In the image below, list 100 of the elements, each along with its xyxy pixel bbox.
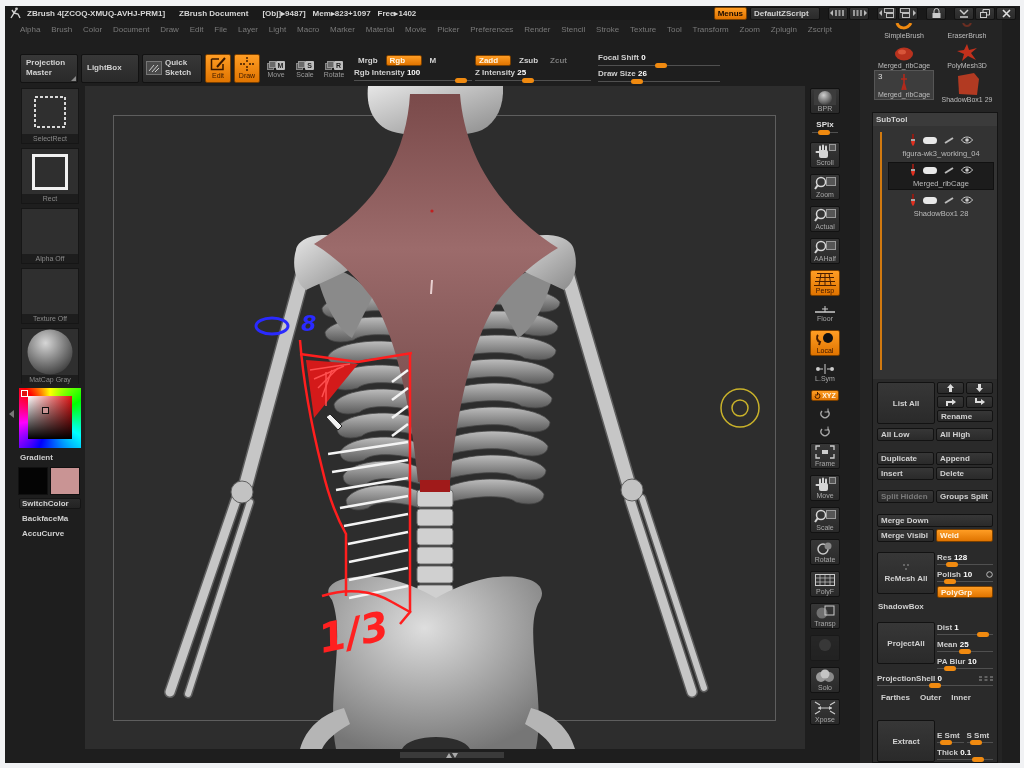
shelf-button[interactable]: AccuCurve [19, 528, 81, 539]
circle-icon [986, 570, 993, 578]
palette-right-button[interactable] [849, 6, 869, 20]
slider-track[interactable] [937, 649, 993, 654]
menu-item[interactable]: File [214, 24, 228, 34]
menu-item[interactable]: Zplugin [770, 24, 798, 34]
panel-button[interactable]: List All [877, 382, 935, 424]
slider-thumb[interactable] [945, 562, 958, 567]
mode-button[interactable]: Inner [947, 691, 975, 703]
menu-item[interactable]: Transform [692, 24, 729, 34]
minimize-button[interactable] [954, 6, 974, 20]
menu-item[interactable]: Color [83, 24, 103, 34]
slider-thumb[interactable] [929, 683, 941, 688]
shelf-button[interactable]: LightBox [81, 53, 139, 83]
palette-left-button[interactable] [828, 6, 848, 20]
slider-thumb[interactable] [818, 130, 831, 135]
shelf-button[interactable]: SwitchColor [19, 498, 81, 509]
panel-button[interactable]: Insert [877, 467, 934, 480]
menu-item[interactable]: Picker [437, 24, 460, 34]
panel-button[interactable]: ReMesh All [877, 552, 935, 594]
menu-item[interactable]: Layer [238, 24, 259, 34]
menu-item[interactable]: Stencil [561, 24, 586, 34]
panel-button[interactable]: All Low [877, 428, 934, 441]
panel-button[interactable]: Duplicate [877, 452, 934, 465]
menu-item[interactable]: Preferences [470, 24, 514, 34]
palette-header[interactable]: SubTool [873, 113, 997, 126]
paintbrush-icon [909, 164, 916, 176]
layers-icon [266, 58, 276, 70]
color-swatch[interactable] [50, 467, 80, 495]
gradient-label[interactable]: Gradient [20, 453, 53, 463]
layout-button[interactable] [877, 6, 897, 20]
panel-button[interactable]: Groups Split [936, 490, 993, 503]
menu-item[interactable]: Stroke [596, 24, 620, 34]
panel-button[interactable]: Append [936, 452, 993, 465]
panel-button[interactable]: Merge Visibl [877, 529, 934, 542]
menu-item[interactable]: Macro [297, 24, 320, 34]
slider-thumb[interactable] [959, 649, 971, 654]
panel-button[interactable]: Delete [936, 467, 993, 480]
menu-item[interactable]: Marker [330, 24, 355, 34]
panel-button[interactable]: Merge Down [877, 514, 993, 527]
slider-thumb[interactable] [655, 62, 668, 68]
menu-item[interactable]: Tool [667, 24, 682, 34]
slider-track[interactable] [937, 632, 993, 637]
mode-button[interactable]: M [425, 54, 441, 66]
slider-thumb[interactable] [521, 77, 534, 83]
slider-track[interactable] [937, 740, 964, 745]
slider-thumb[interactable] [939, 740, 952, 745]
script-button[interactable]: DefaultZScript [750, 6, 820, 20]
menu-item[interactable]: Zoom [739, 24, 760, 34]
slider-track[interactable] [937, 757, 993, 762]
slider-track[interactable] [937, 579, 993, 584]
slider-label: Res 128 [937, 552, 968, 562]
arrow-button[interactable] [937, 382, 964, 394]
list-scrollbar[interactable] [880, 132, 882, 370]
menu-item[interactable]: Material [365, 24, 395, 34]
panel-button[interactable]: All High [936, 428, 993, 441]
color-swatch[interactable] [18, 467, 48, 495]
handwritten-text: 1/3 [314, 602, 393, 662]
slider-thumb[interactable] [631, 78, 643, 84]
shelf-button[interactable]: BackfaceMa [19, 513, 81, 524]
menu-item[interactable]: Edit [189, 24, 204, 34]
menu-item[interactable]: Zscript [807, 24, 832, 34]
menu-item[interactable]: Render [524, 24, 551, 34]
menu-item[interactable]: Alpha [20, 24, 41, 34]
menu-item[interactable]: Brush [51, 24, 73, 34]
layout-button[interactable] [898, 6, 918, 20]
mode-button[interactable]: Zsub [515, 54, 543, 66]
color-picker[interactable] [19, 388, 81, 448]
mode-button[interactable]: Farthes [877, 691, 914, 703]
arrow-button[interactable] [937, 396, 964, 408]
slider-thumb[interactable] [943, 579, 956, 584]
slider-track[interactable] [937, 562, 993, 567]
arrow-button[interactable] [966, 382, 993, 394]
canvas-resize-handle[interactable] [400, 752, 504, 758]
slider-thumb[interactable] [454, 77, 467, 83]
paintbrush-icon [909, 134, 916, 146]
shelf-button[interactable]: Quick Sketch [142, 53, 202, 83]
shelf-button[interactable]: Projection Master [20, 53, 78, 83]
arrow-button[interactable] [966, 396, 993, 408]
rotate-button[interactable] [817, 425, 833, 437]
menu-item[interactable]: Movie [405, 24, 427, 34]
slider-thumb[interactable] [977, 632, 990, 637]
menu-item[interactable]: Document [112, 24, 150, 34]
slider-thumb[interactable] [972, 757, 985, 762]
rotate-button[interactable] [817, 407, 833, 419]
menu-item[interactable]: Texture [630, 24, 657, 34]
slider-thumb[interactable] [970, 740, 983, 745]
close-button[interactable] [996, 6, 1016, 20]
panel-button[interactable]: Rename [937, 410, 993, 422]
menu-item[interactable]: Light [268, 24, 287, 34]
mode-button[interactable]: Mrgb [354, 54, 382, 66]
panel-button[interactable]: Extract [877, 720, 935, 762]
menu-item[interactable]: Draw [160, 24, 179, 34]
menus-button[interactable]: Menus [713, 6, 747, 20]
panel-button[interactable]: ProjectAll [877, 622, 935, 664]
lock-button[interactable] [926, 6, 946, 20]
restore-button[interactable] [975, 6, 995, 20]
slider-thumb[interactable] [944, 666, 957, 671]
star-icon [956, 44, 978, 61]
mode-button[interactable]: Outer [915, 691, 946, 703]
